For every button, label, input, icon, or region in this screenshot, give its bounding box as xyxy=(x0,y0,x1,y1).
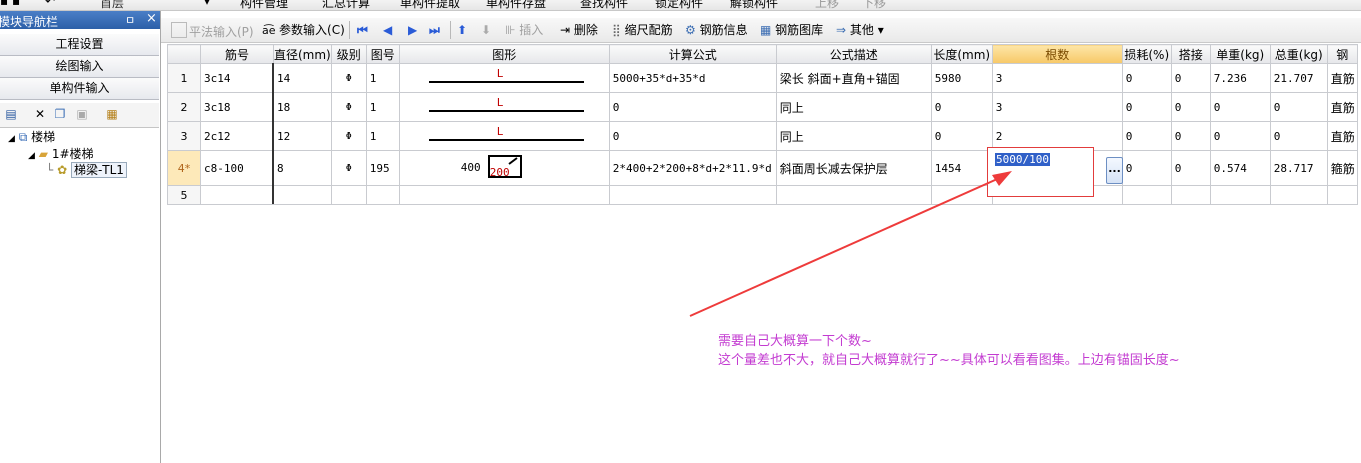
annotation-line-1: 需要自己大概算一下个数~ xyxy=(718,334,872,349)
annotation-arrow xyxy=(689,171,1012,317)
arrow-head xyxy=(992,171,1012,186)
annotation-line-2: 这个量差也不大，就自己大概算就行了~~具体可以看看图集。上边有锚固长度~ xyxy=(718,353,1180,368)
arrow-line xyxy=(689,175,1005,317)
